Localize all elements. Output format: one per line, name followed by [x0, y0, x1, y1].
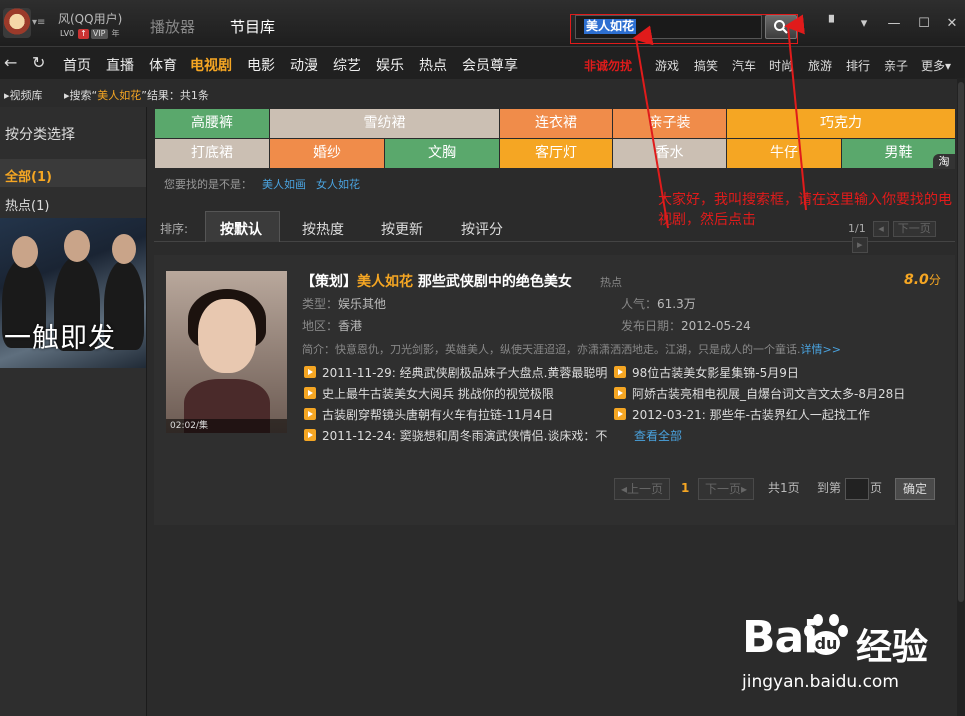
arrow-to-search-button [784, 14, 807, 211]
scrollbar[interactable] [957, 78, 965, 716]
annotation-text: 大家好，我叫搜索框，请在这里输入你要找的电视剧，然后点击 [658, 192, 952, 228]
watermark-brand: 经验 [856, 627, 929, 668]
paw-icon: du [804, 614, 848, 655]
annotation-arrows [632, 14, 807, 229]
watermark-url: jingyan.baidu.com [742, 672, 899, 692]
svg-text:du: du [815, 634, 838, 653]
scrollbar-thumb[interactable] [958, 82, 964, 602]
